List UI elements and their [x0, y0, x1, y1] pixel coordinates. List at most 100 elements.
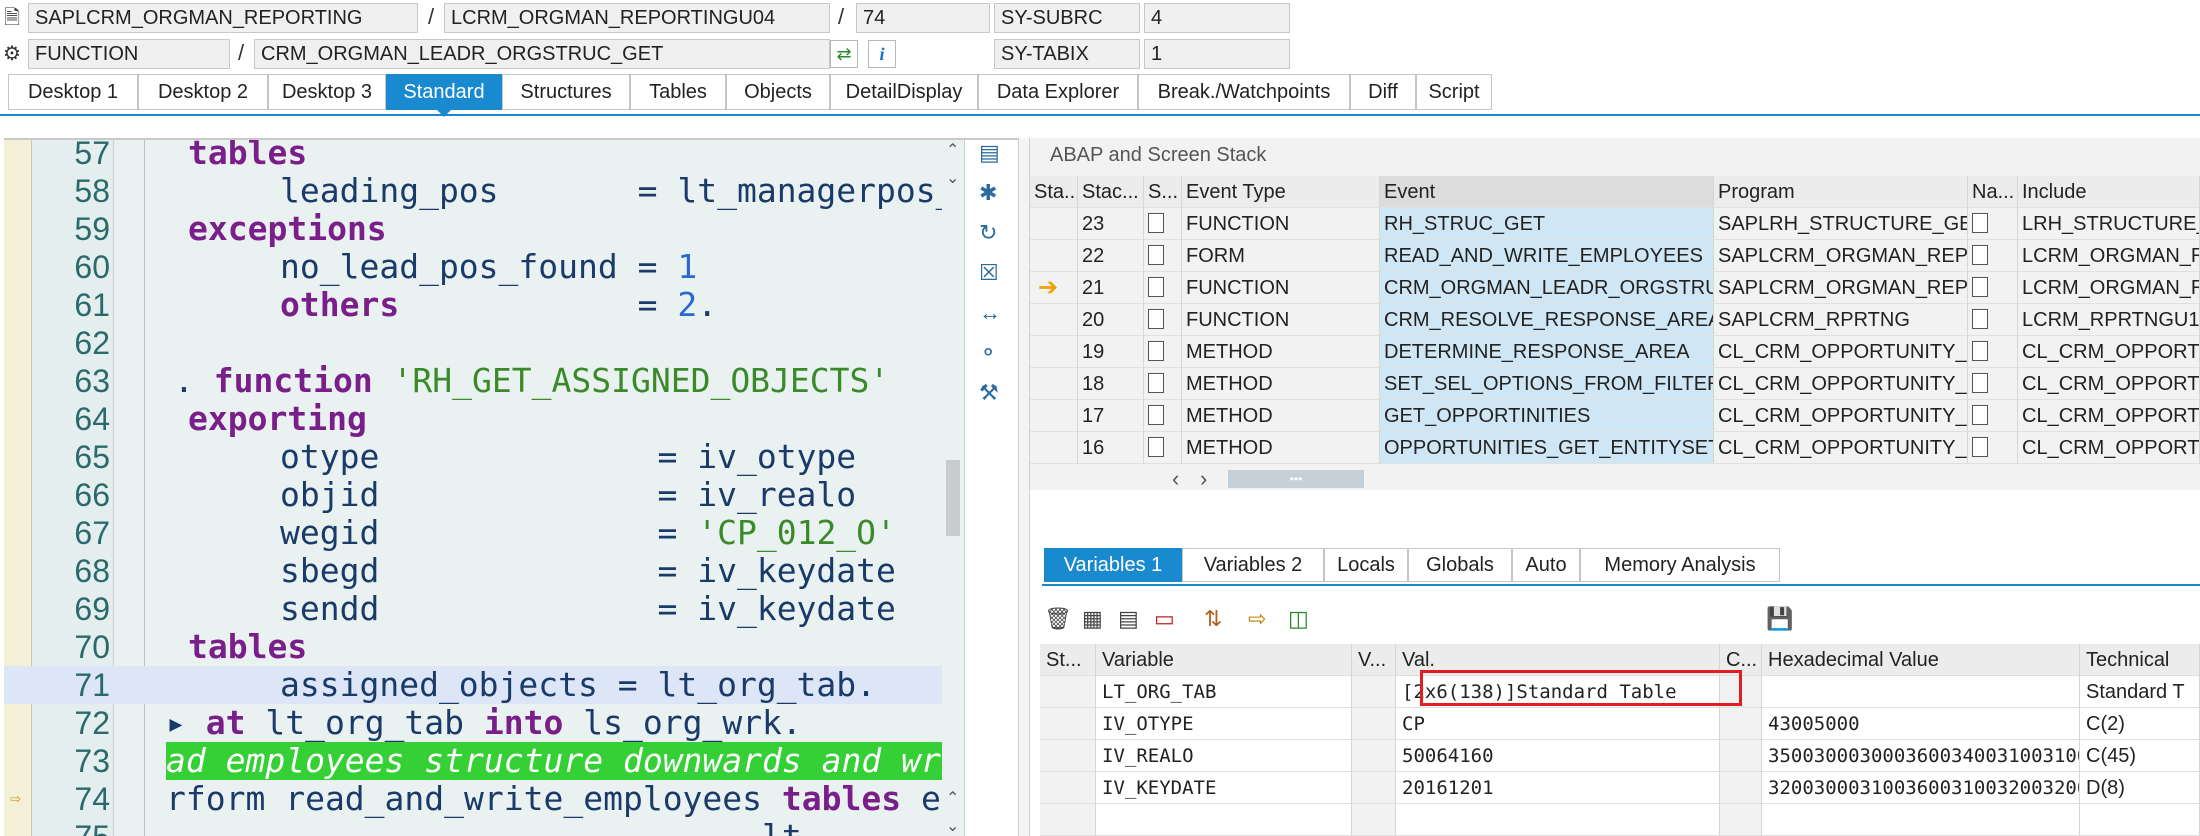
- scroll-down-icon[interactable]: ⌄: [946, 168, 959, 188]
- navigate-icon[interactable]: [1972, 277, 1988, 297]
- variable-variable-cell[interactable]: IV_KEYDATE: [1096, 772, 1352, 804]
- stack-row[interactable]: 18 METHOD SET_SEL_OPTIONS_FROM_FILTER... CL…: [1030, 368, 2200, 400]
- stack-column-header[interactable]: Event: [1380, 176, 1714, 208]
- variable-value-cell[interactable]: CP: [1396, 708, 1720, 740]
- scroll-up-icon[interactable]: ⌃: [946, 788, 959, 808]
- program-field[interactable]: SAPLCRM_ORGMAN_REPORTING: [28, 3, 418, 33]
- tab-objects[interactable]: Objects: [726, 74, 830, 110]
- variables-column-header[interactable]: St...: [1040, 644, 1096, 676]
- navigate-icon[interactable]: [1972, 405, 1988, 425]
- code-line[interactable]: 67 wegid = 'CP_012_O': [4, 514, 1018, 552]
- code-line[interactable]: 68 sbegd = iv_keydate: [4, 552, 1018, 590]
- code-line[interactable]: 72 ▸ at lt_org_tab into ls_org_wrk.: [4, 704, 1018, 742]
- navigate-icon[interactable]: [1972, 245, 1988, 265]
- panel-splitter[interactable]: [1018, 138, 1030, 836]
- scroll-thumb[interactable]: •••: [1228, 470, 1364, 488]
- navigate-icon[interactable]: [1972, 373, 1988, 393]
- scroll-left-icon[interactable]: ‹: [1172, 466, 1179, 492]
- info-icon[interactable]: i: [868, 40, 896, 68]
- stack-column-header[interactable]: Sta...: [1030, 176, 1078, 208]
- stack-row[interactable]: ➔ 21 FUNCTIONCRM_ORGMAN_LEADR_ORGSTRUC...S…: [1030, 272, 2200, 304]
- delete-row-icon[interactable]: ▭: [1154, 606, 1175, 632]
- new-breakpoint-icon[interactable]: ✱: [979, 180, 997, 206]
- tab-variables-2[interactable]: Variables 2: [1182, 548, 1324, 582]
- variable-variable-cell[interactable]: IV_OTYPE: [1096, 708, 1352, 740]
- expand-icon[interactable]: ↔: [979, 300, 1001, 326]
- empty-variable-row[interactable]: [1040, 804, 2200, 836]
- tab-desktop-2[interactable]: Desktop 2: [138, 74, 268, 110]
- tab-script[interactable]: Script: [1416, 74, 1492, 110]
- scroll-thumb[interactable]: [946, 460, 960, 536]
- code-line[interactable]: 62: [4, 324, 1018, 362]
- variable-row[interactable]: IV_OTYPE CP 43005000 C(2): [1040, 708, 2200, 740]
- variables-column-header[interactable]: Variable: [1096, 644, 1352, 676]
- screen-icon[interactable]: ◫: [1288, 606, 1309, 632]
- code-line[interactable]: 58 leading_pos = lt_managerpos_t: [4, 172, 1018, 210]
- append-row-icon[interactable]: ▤: [1118, 606, 1139, 632]
- include-field[interactable]: LCRM_ORGMAN_REPORTINGU04: [444, 3, 830, 33]
- save-icon[interactable]: 💾: [1766, 606, 1793, 632]
- variable-value-cell[interactable]: [1396, 804, 1720, 836]
- variable-value-cell[interactable]: 50064160: [1396, 740, 1720, 772]
- headset-icon[interactable]: ⚬: [979, 340, 997, 366]
- stack-column-header[interactable]: Stac...: [1078, 176, 1144, 208]
- stack-column-header[interactable]: S...: [1144, 176, 1182, 208]
- code-line[interactable]: 73 ad employees structure downwards and w…: [4, 742, 1018, 780]
- stack-row[interactable]: 22 FORM READ_AND_WRITE_EMPLOYEES SAPLCRM_OR…: [1030, 240, 2200, 272]
- code-line[interactable]: 75 lt_: [4, 818, 1018, 836]
- navigate-icon[interactable]: ⇄: [830, 40, 858, 68]
- variables-column-header[interactable]: Technical: [2080, 644, 2200, 676]
- scroll-up-icon[interactable]: ⌃: [946, 140, 959, 160]
- code-line[interactable]: 63. function 'RH_GET_ASSIGNED_OBJECTS': [4, 362, 1018, 400]
- code-line[interactable]: 65 otype = iv_otype: [4, 438, 1018, 476]
- code-line[interactable]: 71 assigned_objects = lt_org_tab.: [4, 666, 1018, 704]
- variable-row[interactable]: IV_KEYDATE 20161201 3200300031003600310032…: [1040, 772, 2200, 804]
- stack-row[interactable]: 19 METHOD DETERMINE_RESPONSE_AREA CL_CRM_OP…: [1030, 336, 2200, 368]
- code-line[interactable]: 74 ⇨ rform read_and_write_employees tables…: [4, 780, 1018, 818]
- insert-row-icon[interactable]: ▦: [1082, 606, 1103, 632]
- scroll-right-icon[interactable]: ›: [1200, 466, 1207, 492]
- code-line[interactable]: 64 exporting: [4, 400, 1018, 438]
- settings-icon[interactable]: ⚒: [979, 380, 999, 406]
- code-editor[interactable]: 57 tables 58 leading_pos = lt_managerpos_t 5…: [4, 138, 1018, 836]
- tab-locals[interactable]: Locals: [1324, 548, 1408, 582]
- code-line[interactable]: 57 tables: [4, 140, 1018, 172]
- tab-desktop-1[interactable]: Desktop 1: [8, 74, 138, 110]
- tab-auto[interactable]: Auto: [1512, 548, 1580, 582]
- stack-column-header[interactable]: Event Type: [1182, 176, 1380, 208]
- tab-memory-analysis[interactable]: Memory Analysis: [1580, 548, 1780, 582]
- tab-variables-1[interactable]: Variables 1: [1044, 548, 1182, 582]
- variables-column-header[interactable]: Hexadecimal Value: [1762, 644, 2080, 676]
- watchpoint-icon[interactable]: ↻: [979, 220, 997, 246]
- code-line[interactable]: 59 exceptions: [4, 210, 1018, 248]
- navigate-icon[interactable]: [1972, 437, 1988, 457]
- tab-desktop-3[interactable]: Desktop 3: [268, 74, 386, 110]
- variables-column-header[interactable]: V...: [1352, 644, 1396, 676]
- code-line[interactable]: 60 no_lead_pos_found = 1: [4, 248, 1018, 286]
- sort-icon[interactable]: ⇅: [1204, 606, 1222, 632]
- variable-variable-cell[interactable]: [1096, 804, 1352, 836]
- variable-row[interactable]: IV_REALO 50064160 350030003000360034003100…: [1040, 740, 2200, 772]
- stack-row[interactable]: 17 METHOD GET_OPPORTINITIES CL_CRM_OPPORTUN…: [1030, 400, 2200, 432]
- tab-diff[interactable]: Diff: [1350, 74, 1416, 110]
- tab-detaildisplay[interactable]: DetailDisplay: [830, 74, 978, 110]
- event-type-field[interactable]: FUNCTION: [28, 39, 230, 69]
- line-number-field[interactable]: 74: [856, 3, 990, 33]
- variable-variable-cell[interactable]: IV_REALO: [1096, 740, 1352, 772]
- code-line[interactable]: 69 sendd = iv_keydate: [4, 590, 1018, 628]
- scroll-down-icon[interactable]: ⌄: [946, 816, 959, 836]
- tab-breakpoints[interactable]: Break./Watchpoints: [1138, 74, 1350, 110]
- tab-globals[interactable]: Globals: [1408, 548, 1512, 582]
- code-line[interactable]: 70 tables: [4, 628, 1018, 666]
- variable-value-cell[interactable]: 20161201: [1396, 772, 1720, 804]
- stack-horizontal-scrollbar[interactable]: ‹ › •••: [1166, 466, 1466, 492]
- tab-data-explorer[interactable]: Data Explorer: [978, 74, 1138, 110]
- delete-breakpoint-icon[interactable]: ☒: [979, 260, 999, 286]
- event-field[interactable]: CRM_ORGMAN_LEADR_ORGSTRUC_GET: [254, 39, 830, 69]
- stack-row[interactable]: 16 METHOD OPPORTUNITIES_GET_ENTITYSET CL_CR…: [1030, 432, 2200, 464]
- navigate-icon[interactable]: [1972, 341, 1988, 361]
- editor-vertical-scrollbar[interactable]: ⌃ ⌄ ⌃ ⌄: [942, 140, 964, 836]
- trash-icon[interactable]: 🗑: [1044, 606, 1072, 632]
- tab-structures[interactable]: Structures: [502, 74, 630, 110]
- stack-row[interactable]: 20 FUNCTION CRM_RESOLVE_RESPONSE_AREA SAPLC…: [1030, 304, 2200, 336]
